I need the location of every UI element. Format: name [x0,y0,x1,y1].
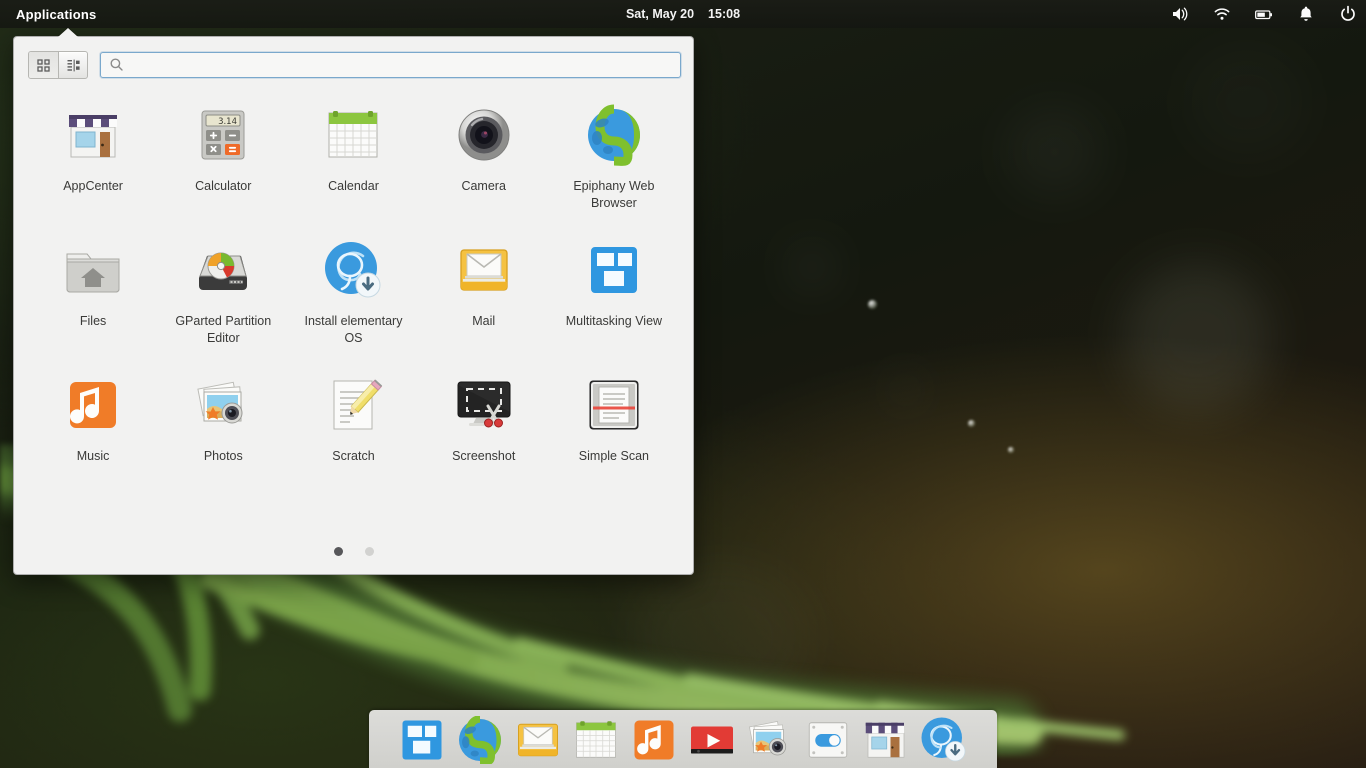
app-item-files[interactable]: Files [28,230,158,365]
dock-item-appcenter[interactable] [862,716,910,764]
app-label: Files [79,314,107,328]
dock-item-music[interactable] [630,716,678,764]
multitasking-icon [582,238,646,302]
top-panel: Applications Sat, May 20 15:08 [0,0,1366,28]
app-label: Epiphany Web Browser [573,179,655,210]
photos-icon [746,716,794,764]
page-indicator [14,547,693,556]
panel-indicators [1170,4,1358,24]
wallpaper-dew-3 [1008,447,1014,453]
app-label: Install elementary OS [304,314,403,345]
app-item-epiphany-web-browser[interactable]: Epiphany Web Browser [549,95,679,230]
calendar-icon [572,716,620,764]
gparted-icon [191,238,255,302]
app-item-screenshot[interactable]: Screenshot [419,365,549,500]
music-icon [630,716,678,764]
mail-icon [514,716,562,764]
app-label: Screenshot [452,449,516,463]
simple-scan-icon [582,373,646,437]
sound-icon[interactable] [1170,4,1190,24]
app-label: Simple Scan [578,449,649,463]
battery-icon[interactable] [1254,4,1274,24]
screenshot-icon [452,373,516,437]
app-label: GParted Partition Editor [175,314,272,345]
app-item-appcenter[interactable]: AppCenter [28,95,158,230]
search-input[interactable] [100,52,681,78]
wallpaper-dew-1 [868,300,877,309]
app-label: Music [76,449,110,463]
app-label: Mail [472,314,496,328]
app-item-photos[interactable]: Photos [158,365,288,500]
launcher-pointer-arrow [58,28,78,37]
app-item-simple-scan[interactable]: Simple Scan [549,365,679,500]
power-icon[interactable] [1338,4,1358,24]
system-settings-icon [804,716,852,764]
notification-bell-icon[interactable] [1296,4,1316,24]
page-dot-1[interactable] [333,547,343,556]
app-grid: AppCenter 3.14 Calculator Calendar Camer… [14,79,693,500]
app-item-gparted-partition-editor[interactable]: GParted Partition Editor [158,230,288,365]
category-view-button[interactable] [58,52,87,78]
search-field-wrapper [100,52,681,78]
epiphany-icon [582,103,646,167]
dock-item-multitasking-view[interactable] [398,716,446,764]
panel-clock[interactable]: Sat, May 20 15:08 [626,7,740,21]
app-item-install-elementary-os[interactable]: Install elementary OS [288,230,418,365]
appcenter-icon [862,716,910,764]
dock-item-videos[interactable] [688,716,736,764]
videos-icon [688,716,736,764]
app-item-multitasking-view[interactable]: Multitasking View [549,230,679,365]
install-elementary-icon [920,716,968,764]
clock-time: 15:08 [708,7,741,21]
mail-icon [452,238,516,302]
application-launcher: AppCenter 3.14 Calculator Calendar Camer… [13,28,694,575]
music-icon [61,373,125,437]
clock-date: Sat, May 20 [625,7,695,21]
app-label: Multitasking View [565,314,663,328]
dock-item-system-settings[interactable] [804,716,852,764]
dock-item-epiphany-web-browser[interactable] [456,716,504,764]
app-item-music[interactable]: Music [28,365,158,500]
multitasking-icon [398,716,446,764]
page-dot-2[interactable] [364,547,374,556]
app-label: Photos [203,449,243,463]
calculator-display-value: 3.14 [218,117,237,127]
grid-view-button[interactable] [29,52,58,78]
dock-item-photos[interactable] [746,716,794,764]
camera-icon [452,103,516,167]
app-label: Calendar [328,179,379,193]
applications-menu-button[interactable]: Applications [6,4,106,25]
launcher-header [14,37,693,79]
files-icon [61,238,125,302]
app-item-mail[interactable]: Mail [419,230,549,365]
app-item-calendar[interactable]: Calendar [288,95,418,230]
calculator-icon: 3.14 [191,103,255,167]
app-label: AppCenter [63,179,123,193]
app-item-scratch[interactable]: Scratch [288,365,418,500]
dock-item-mail[interactable] [514,716,562,764]
app-label: Scratch [332,449,375,463]
photos-icon [191,373,255,437]
dock-item-calendar[interactable] [572,716,620,764]
install-elementary-icon [321,238,385,302]
wallpaper-dew-2 [968,420,975,427]
scratch-icon [321,373,385,437]
calendar-icon [321,103,385,167]
app-label: Calculator [195,179,252,193]
app-item-calculator[interactable]: 3.14 Calculator [158,95,288,230]
epiphany-icon [456,716,504,764]
app-label: Camera [461,179,506,193]
dock [369,710,997,768]
wifi-icon[interactable] [1212,4,1232,24]
dock-item-install-elementary-os[interactable] [920,716,968,764]
app-item-camera[interactable]: Camera [419,95,549,230]
appcenter-icon [61,103,125,167]
view-mode-group [28,51,88,79]
